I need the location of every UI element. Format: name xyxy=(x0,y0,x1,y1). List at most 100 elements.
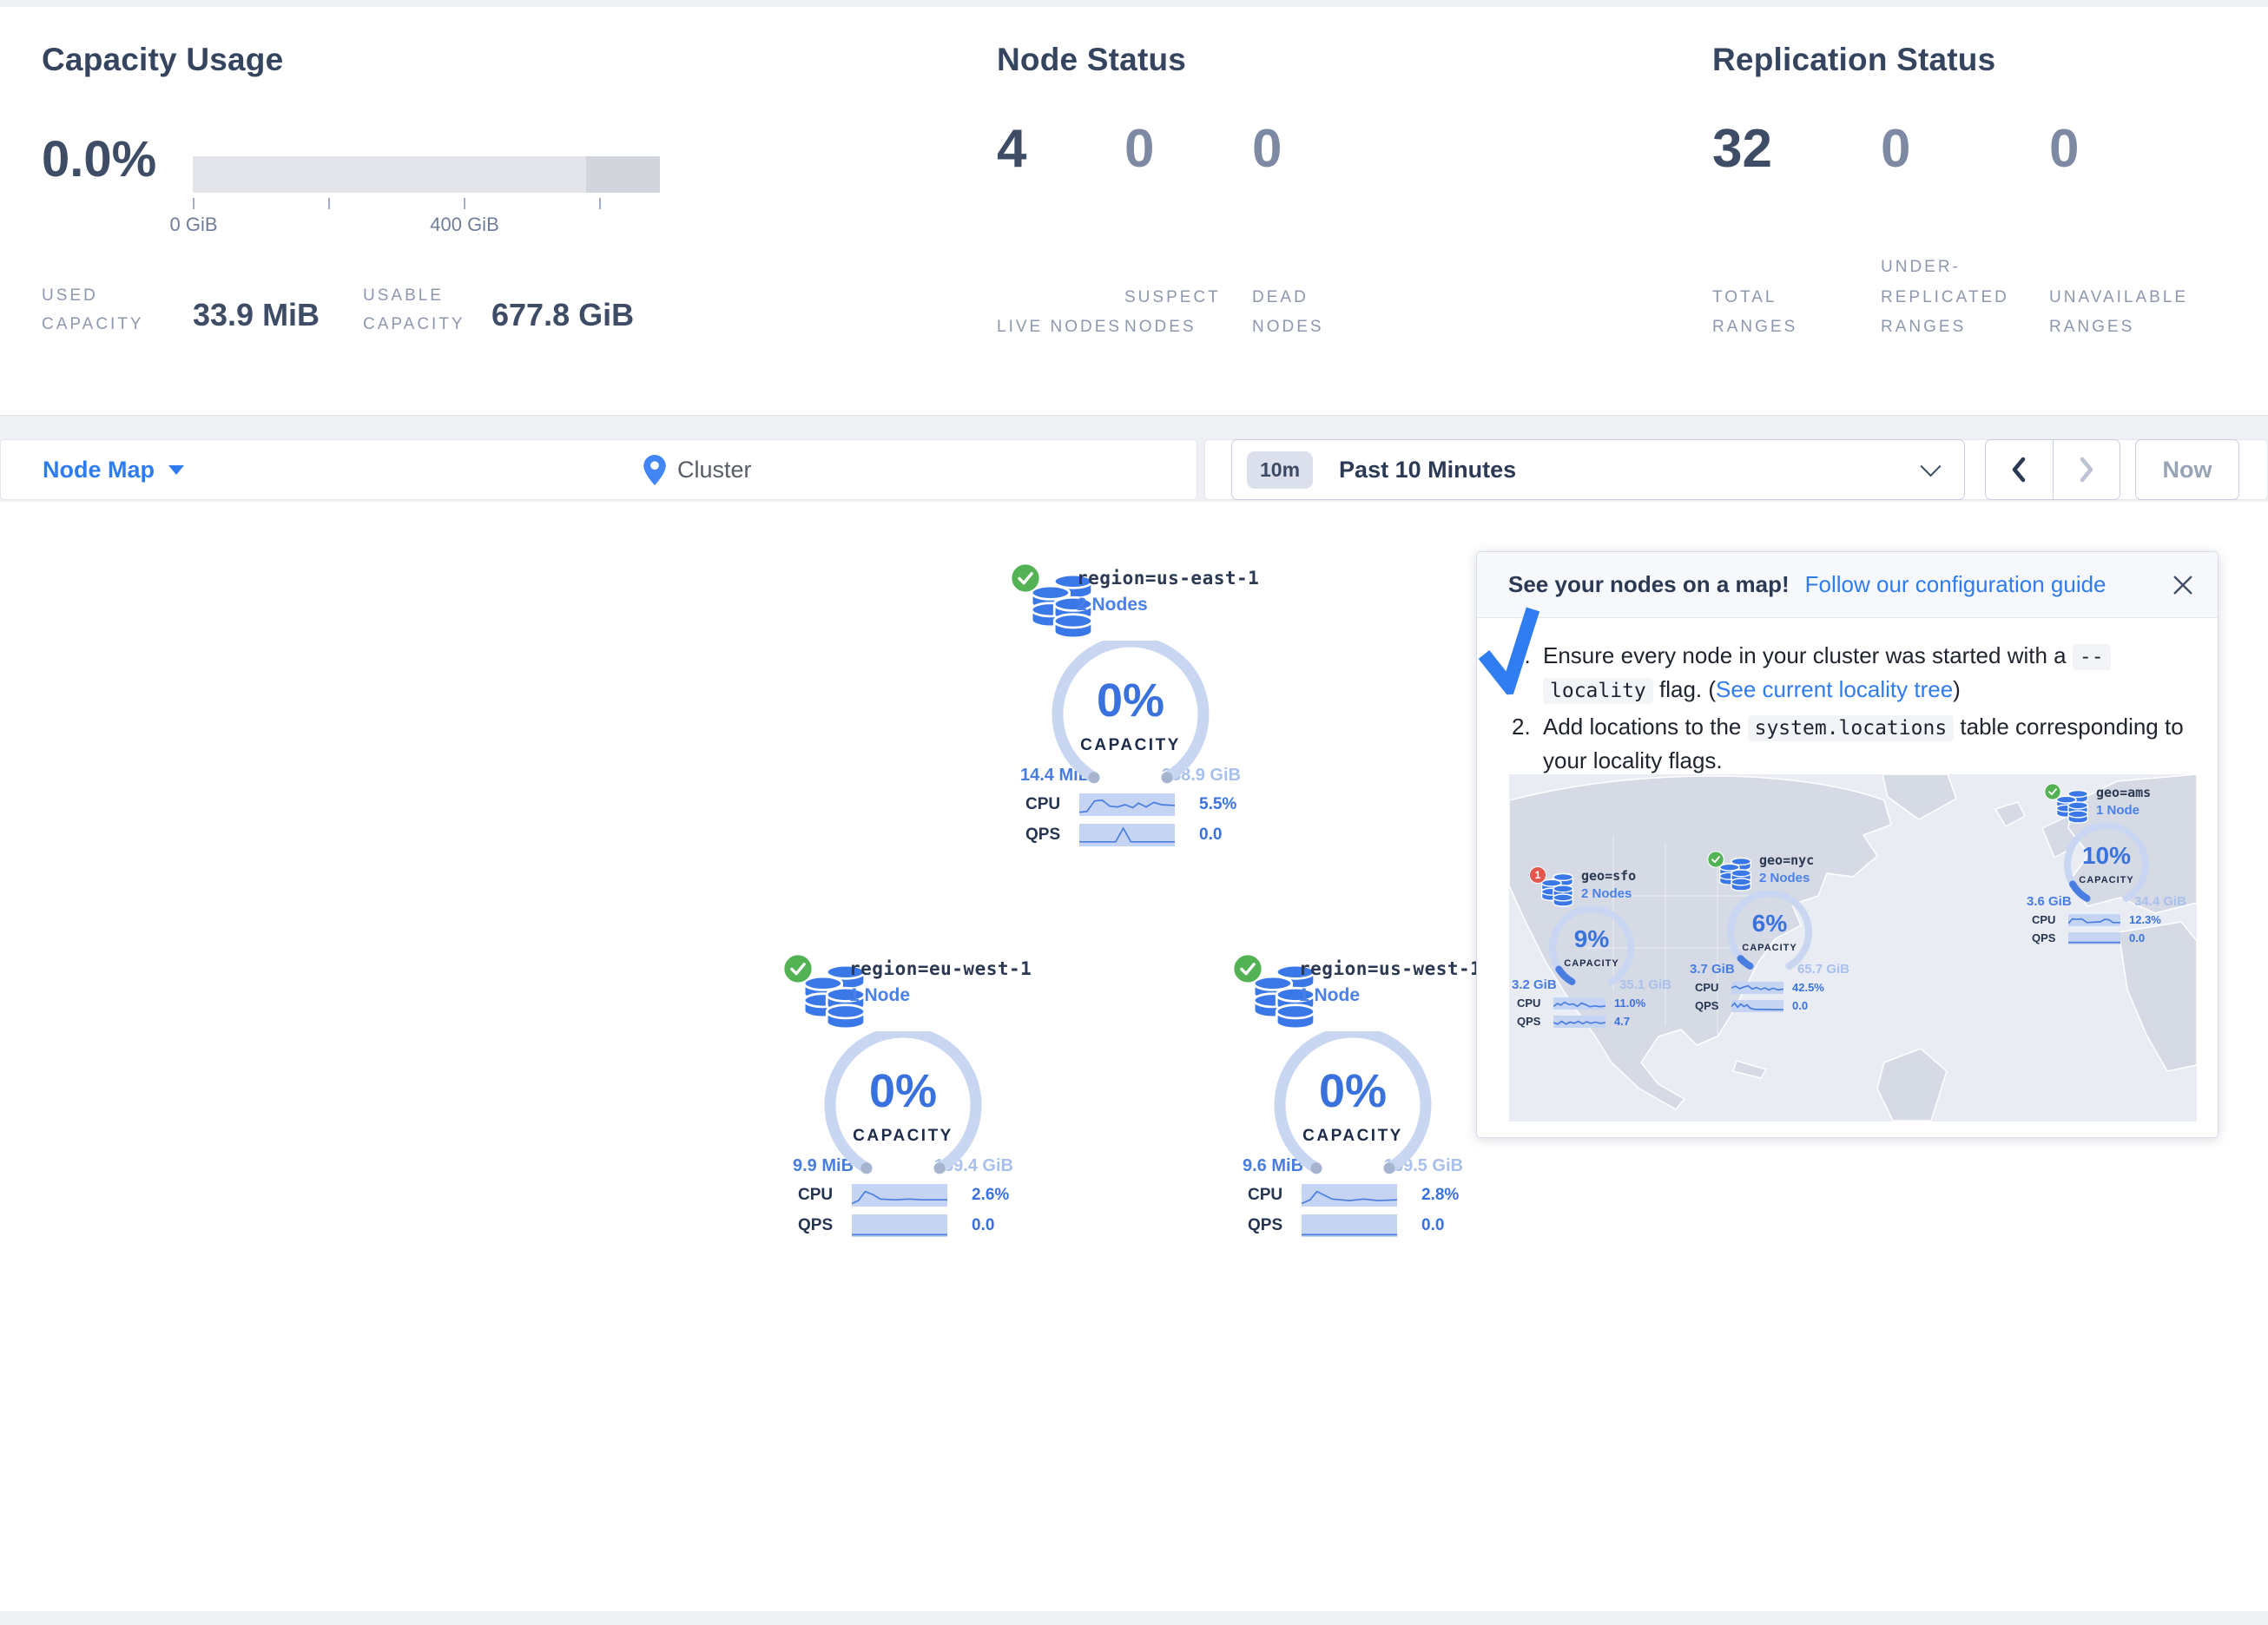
capacity-gauge-label: CAPACITY xyxy=(1539,958,1644,969)
popup-instructions: 1. Ensure every node in your cluster was… xyxy=(1477,618,2218,778)
capacity-axis-label: 0 GiB xyxy=(133,214,254,236)
cpu-metric-row: CPU 5.5% xyxy=(1025,793,1274,816)
locality-card-header: region=us-west-1 1 Node xyxy=(1210,953,1496,1026)
dead-nodes-stat: 0 DEAD NODES xyxy=(1252,118,1380,342)
qps-metric-row: QPS 0.0 xyxy=(1248,1214,1496,1237)
locality-flag-code: locality xyxy=(1543,678,1653,704)
locality-card-us-east-1[interactable]: region=us-east-1 2 Nodes 0% CAPACITY 14.… xyxy=(987,562,1274,846)
under-replicated-label: UNDER-REPLICATED RANGES xyxy=(1881,253,2024,342)
locality-node-count: 1 Node xyxy=(1299,985,1481,1006)
locality-node-count: 2 Nodes xyxy=(1581,886,1636,901)
minimap-locality-geo-sfo: 1 geo=sfo 2 Nodes 9% xyxy=(1509,868,1678,1029)
cpu-label: CPU xyxy=(1695,981,1731,994)
capacity-axis-tick xyxy=(599,198,601,209)
qps-value: 4.7 xyxy=(1614,1015,1630,1028)
locality-card-eu-west-1[interactable]: region=eu-west-1 1 Node 0% CAPACITY 9.9 … xyxy=(760,953,1046,1237)
capacity-gauge: 6% CAPACITY xyxy=(1717,891,1822,974)
capacity-gauge: 9% CAPACITY xyxy=(1539,906,1644,990)
locality-node-count: 1 Node xyxy=(2096,803,2151,818)
capacity-bar xyxy=(193,156,660,193)
unavailable-ranges-value: 0 xyxy=(2049,118,2218,180)
capacity-axis-label: 400 GiB xyxy=(404,214,525,236)
location-pin-icon xyxy=(643,455,666,485)
cpu-label: CPU xyxy=(1025,795,1079,814)
qps-sparkline xyxy=(1553,1016,1605,1028)
time-forward-button[interactable] xyxy=(2054,440,2120,499)
cpu-value: 2.6% xyxy=(972,1186,1009,1205)
cpu-metric-row: CPU 2.8% xyxy=(1248,1184,1496,1207)
capacity-gauge-label: CAPACITY xyxy=(1262,1127,1444,1146)
dead-nodes-value: 0 xyxy=(1252,118,1380,180)
qps-value: 0.0 xyxy=(2129,931,2145,944)
qps-value: 0.0 xyxy=(1421,1216,1444,1235)
capacity-gauge-percent: 0% xyxy=(1262,1064,1444,1118)
cpu-sparkline xyxy=(1731,982,1783,994)
system-locations-code: system.locations xyxy=(1748,715,1955,741)
time-toolbar: 10m Past 10 Minutes Now xyxy=(1204,439,2268,500)
qps-sparkline xyxy=(2068,932,2120,944)
capacity-usage-title: Capacity Usage xyxy=(42,42,283,78)
locality-flag-code: -- xyxy=(2073,644,2111,670)
capacity-gauge: 10% CAPACITY xyxy=(2054,823,2159,906)
chevron-right-icon xyxy=(2077,456,2096,484)
capacity-gauge-label: CAPACITY xyxy=(1717,943,1822,953)
qps-metric-row: QPS 4.7 xyxy=(1517,1014,1678,1029)
capacity-axis-tick xyxy=(464,198,465,209)
healthy-check-icon xyxy=(782,953,814,984)
locality-node-count: 2 Nodes xyxy=(1759,871,1814,885)
popup-title: See your nodes on a map! xyxy=(1508,571,1790,598)
capacity-gauge-label: CAPACITY xyxy=(1039,736,1222,755)
cpu-label: CPU xyxy=(2032,913,2068,926)
locality-node-count: 2 Nodes xyxy=(1077,595,1259,615)
cpu-metric-row: CPU 12.3% xyxy=(2032,912,2193,927)
qps-metric-row: QPS 0.0 xyxy=(1695,998,1856,1013)
example-world-map: 1 geo=sfo 2 Nodes 9% xyxy=(1509,774,2197,1122)
qps-value: 0.0 xyxy=(1792,999,1808,1012)
locality-tree-link[interactable]: See current locality tree xyxy=(1716,676,1953,702)
locality-card-us-west-1[interactable]: region=us-west-1 1 Node 0% CAPACITY 9.6 … xyxy=(1210,953,1496,1237)
time-range-badge: 10m xyxy=(1247,451,1313,489)
now-button[interactable]: Now xyxy=(2135,439,2239,500)
live-nodes-stat: 4 LIVE NODES xyxy=(997,118,1124,342)
capacity-axis-tick xyxy=(193,198,194,209)
suspect-nodes-stat: 0 SUSPECT NODES xyxy=(1124,118,1252,342)
qps-sparkline xyxy=(1302,1214,1397,1237)
locality-node-count: 1 Node xyxy=(849,985,1032,1006)
breadcrumb-label: Cluster xyxy=(677,457,752,484)
live-nodes-label: LIVE NODES xyxy=(997,312,1124,342)
cpu-metric-row: CPU 11.0% xyxy=(1517,996,1678,1010)
capacity-bar-other-segment xyxy=(586,156,660,193)
close-icon[interactable] xyxy=(2172,575,2193,595)
node-status-title: Node Status xyxy=(997,42,1186,78)
locality-name: geo=ams xyxy=(2096,785,2151,800)
unavailable-ranges-stat: 0 UNAVAILABLE RANGES xyxy=(2049,118,2218,342)
qps-label: QPS xyxy=(1025,826,1079,845)
capacity-gauge-label: CAPACITY xyxy=(2054,875,2159,885)
time-back-button[interactable] xyxy=(1986,440,2054,499)
healthy-check-icon xyxy=(2044,783,2061,800)
step-2: 2. Add locations to the system.locations… xyxy=(1512,710,2197,778)
capacity-axis-tick xyxy=(328,198,330,209)
configuration-guide-link[interactable]: Follow our configuration guide xyxy=(1805,571,2106,598)
view-selector-dropdown[interactable]: Node Map xyxy=(43,440,184,499)
step-1: 1. Ensure every node in your cluster was… xyxy=(1512,639,2197,707)
live-nodes-value: 4 xyxy=(997,118,1124,180)
locality-name: region=eu-west-1 xyxy=(849,958,1032,979)
qps-sparkline xyxy=(1079,824,1175,846)
qps-label: QPS xyxy=(1695,999,1731,1012)
cpu-sparkline xyxy=(1079,793,1175,816)
qps-value: 0.0 xyxy=(1199,826,1222,845)
cpu-sparkline xyxy=(852,1184,947,1207)
usable-capacity-value: 677.8 GiB xyxy=(491,297,634,333)
database-stack-icon xyxy=(1541,872,1574,907)
locality-name: region=us-east-1 xyxy=(1077,568,1259,589)
chevron-down-icon xyxy=(1920,456,1941,477)
healthy-check-icon xyxy=(1707,851,1724,868)
cpu-label: CPU xyxy=(798,1186,852,1205)
chevron-left-icon xyxy=(2009,456,2028,484)
healthy-check-icon xyxy=(1010,562,1041,594)
breadcrumb[interactable]: Cluster xyxy=(643,440,752,499)
node-map-canvas: region=us-east-1 2 Nodes 0% CAPACITY 14.… xyxy=(0,502,2268,1611)
locality-name: region=us-west-1 xyxy=(1299,958,1481,979)
time-range-dropdown[interactable]: 10m Past 10 Minutes xyxy=(1231,439,1965,500)
